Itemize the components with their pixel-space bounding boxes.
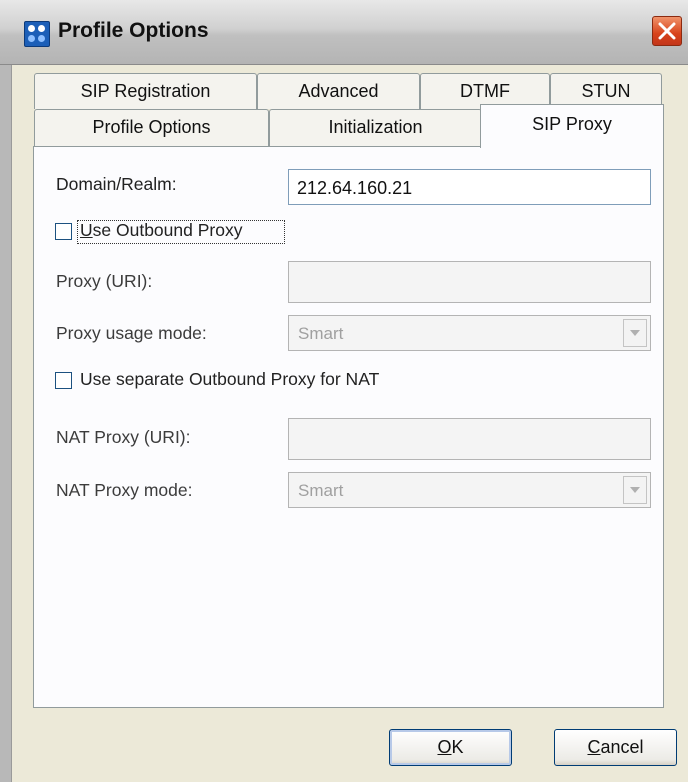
nat-proxy-mode-label: NAT Proxy mode:: [56, 480, 193, 500]
use-outbound-proxy-label[interactable]: Use Outbound Proxy: [80, 220, 242, 241]
nat-proxy-mode-select[interactable]: Smart: [288, 472, 651, 508]
proxy-usage-mode-label: Proxy usage mode:: [56, 323, 207, 343]
ok-button[interactable]: OK: [389, 729, 512, 766]
nat-proxy-uri-label: NAT Proxy (URI):: [56, 427, 191, 447]
proxy-uri-input[interactable]: [288, 261, 651, 303]
chevron-down-icon: [630, 330, 640, 336]
dropdown-button[interactable]: [623, 319, 647, 347]
cancel-button[interactable]: Cancel: [554, 729, 677, 766]
proxy-uri-label: Proxy (URI):: [56, 271, 153, 291]
proxy-usage-mode-value: Smart: [298, 324, 344, 343]
use-outbound-proxy-checkbox[interactable]: [55, 223, 72, 240]
nat-proxy-mode-value: Smart: [298, 481, 344, 500]
domain-realm-label: Domain/Realm:: [56, 174, 177, 194]
domain-realm-input[interactable]: 212.64.160.21: [288, 169, 651, 205]
dropdown-button[interactable]: [623, 476, 647, 504]
use-separate-nat-proxy-label[interactable]: Use separate Outbound Proxy for NAT: [80, 369, 379, 390]
profile-options-dialog: Profile Options SIP Registration Advance…: [0, 0, 688, 782]
proxy-usage-mode-select[interactable]: Smart: [288, 315, 651, 351]
chevron-down-icon: [630, 487, 640, 493]
use-separate-nat-proxy-checkbox[interactable]: [55, 372, 72, 389]
nat-proxy-uri-input[interactable]: [288, 418, 651, 460]
